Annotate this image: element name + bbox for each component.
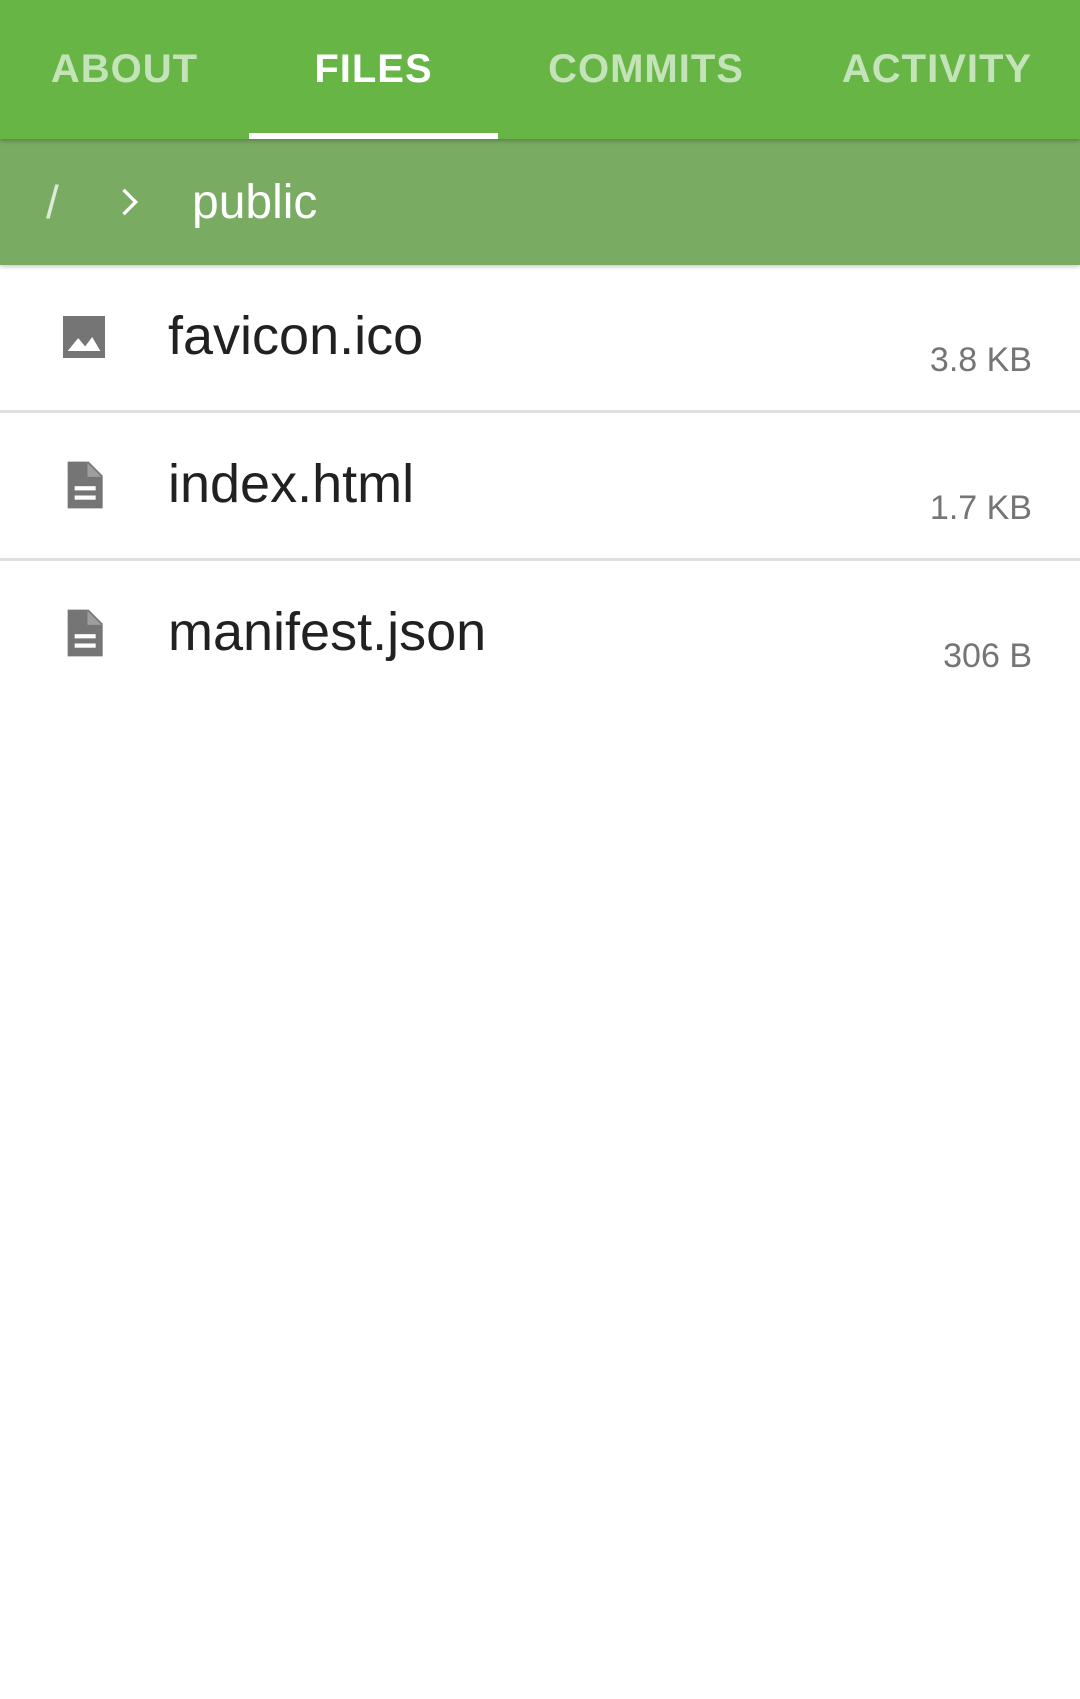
file-name: index.html [168,454,415,514]
file-row-manifest[interactable]: manifest.json 306 B [0,561,1080,706]
file-list: favicon.ico 3.8 KB index.html 1.7 KB man… [0,265,1080,706]
tab-activity[interactable]: ACTIVITY [794,0,1080,139]
breadcrumb-current[interactable]: public [192,175,317,230]
file-size: 1.7 KB [929,489,1032,527]
file-name: manifest.json [168,602,487,662]
document-icon [67,461,103,509]
tab-about[interactable]: ABOUT [0,0,249,139]
tab-commits[interactable]: COMMITS [498,0,794,139]
file-size: 306 B [943,637,1032,675]
tab-files[interactable]: FILES [249,0,498,139]
chevron-right-icon [122,188,138,216]
tab-bar: ABOUT FILES COMMITS ACTIVITY [0,0,1080,139]
file-size: 3.8 KB [929,341,1032,379]
breadcrumb-root[interactable]: / [46,175,96,229]
image-icon [63,316,105,358]
breadcrumb: / public [0,139,1080,265]
document-icon [67,609,103,657]
file-row-index[interactable]: index.html 1.7 KB [0,413,1080,561]
file-row-favicon[interactable]: favicon.ico 3.8 KB [0,265,1080,413]
file-name: favicon.ico [168,306,424,366]
